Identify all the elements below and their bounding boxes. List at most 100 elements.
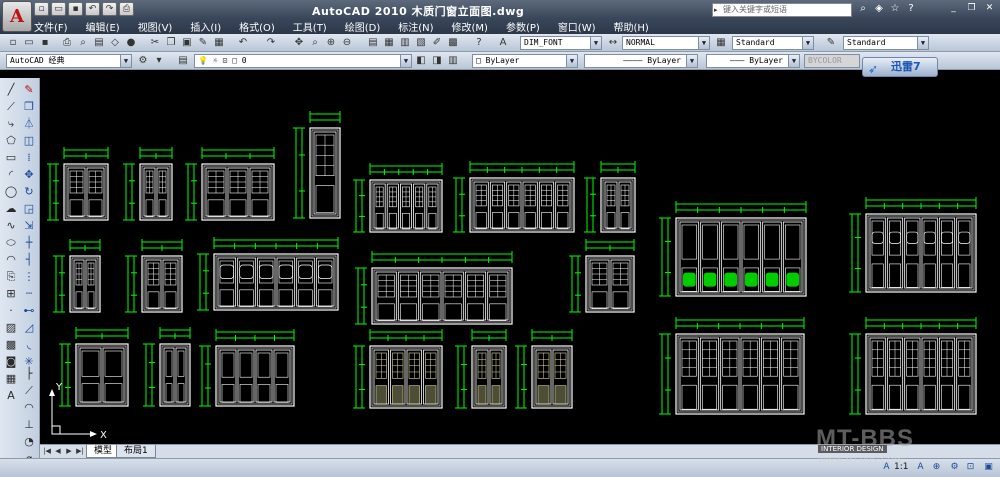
make-current-layer-icon[interactable]: ◧	[414, 54, 428, 68]
cut-icon[interactable]: ✂	[148, 36, 162, 50]
chevron-down-icon[interactable]: ▼	[400, 55, 411, 67]
block-editor-icon[interactable]: ▦	[212, 36, 226, 50]
stretch-icon[interactable]: ⇲	[21, 218, 37, 233]
menu-file[interactable]: 文件(F)	[34, 19, 68, 34]
linetype-combo[interactable]: ———— ByLayer ▼	[584, 54, 698, 68]
search-dropdown-icon[interactable]: ▸	[714, 4, 718, 16]
tool-palettes-icon[interactable]: ▥	[398, 36, 412, 50]
search-icon[interactable]: ⌕	[856, 2, 870, 16]
linear-dimension-icon[interactable]: ├	[21, 366, 37, 381]
chamfer-icon[interactable]: ◿	[21, 320, 37, 335]
chevron-down-icon[interactable]: ▼	[788, 55, 799, 67]
prev-tab-icon[interactable]: ◀	[53, 446, 63, 457]
save-icon[interactable]: ▪	[38, 36, 52, 50]
customize-icon[interactable]: ▾	[152, 54, 166, 68]
sheet-set-icon[interactable]: ▧	[414, 36, 428, 50]
chevron-down-icon[interactable]: ▼	[698, 37, 709, 49]
circle-icon[interactable]: ◯	[3, 184, 19, 199]
rectangle-icon[interactable]: ▭	[3, 150, 19, 165]
minimize-button[interactable]: _	[945, 1, 962, 16]
workspace-switching-icon[interactable]: ⚙	[948, 461, 961, 474]
open-icon[interactable]: ▭	[51, 2, 66, 16]
erase-icon[interactable]: ✎	[21, 82, 37, 97]
multileader-style-combo[interactable]: Standard ▼	[843, 36, 929, 50]
scale-icon[interactable]: ◲	[21, 201, 37, 216]
aligned-dimension-icon[interactable]: ⟋	[21, 383, 37, 398]
mirror-icon[interactable]: ⏃	[21, 116, 37, 131]
polygon-icon[interactable]: ⬠	[3, 133, 19, 148]
multiline-text-icon[interactable]: A	[3, 388, 19, 403]
chevron-down-icon[interactable]: ▼	[686, 55, 697, 67]
ellipse-icon[interactable]: ⬭	[3, 235, 19, 250]
redo-icon[interactable]: ↷	[264, 36, 278, 50]
dim-style-combo[interactable]: NORMAL ▼	[622, 36, 710, 50]
trim-icon[interactable]: ┼	[21, 235, 37, 250]
hatch-icon[interactable]: ▨	[3, 320, 19, 335]
open-icon[interactable]: ▭	[22, 36, 36, 50]
workspace-combo[interactable]: AutoCAD 经典 ▼	[6, 54, 132, 68]
favorites-icon[interactable]: ☆	[888, 2, 902, 16]
break-icon[interactable]: ┄	[21, 286, 37, 301]
construction-line-icon[interactable]: ⟋	[3, 99, 19, 114]
array-icon[interactable]: ⁞	[21, 150, 37, 165]
drawing-area[interactable]: X Y	[40, 78, 1000, 444]
chevron-down-icon[interactable]: ▼	[566, 55, 577, 67]
new-icon[interactable]: ▫	[34, 2, 49, 16]
line-icon[interactable]: ╱	[3, 82, 19, 97]
make-block-icon[interactable]: ⊞	[3, 286, 19, 301]
radius-dimension-icon[interactable]: ◔	[21, 434, 37, 449]
lineweight-combo[interactable]: ——— ByLayer ▼	[706, 54, 800, 68]
arc-icon[interactable]: ◜	[3, 167, 19, 182]
text-style-icon[interactable]: A	[496, 36, 510, 50]
extend-icon[interactable]: ┤	[21, 252, 37, 267]
communication-center-icon[interactable]: ◈	[872, 2, 886, 16]
move-icon[interactable]: ✥	[21, 167, 37, 182]
quickcalc-icon[interactable]: ▩	[446, 36, 460, 50]
ordinate-dimension-icon[interactable]: ⊥	[21, 417, 37, 432]
table-icon[interactable]: ▦	[3, 371, 19, 386]
xunlei-badge[interactable]: ➶ 迅雷7	[862, 57, 938, 77]
break-at-point-icon[interactable]: ⋮	[21, 269, 37, 284]
layer-combo[interactable]: 💡 ☼ ⊡ □ 0 ▼	[194, 54, 412, 68]
offset-icon[interactable]: ◫	[21, 133, 37, 148]
match-properties-icon[interactable]: ✎	[196, 36, 210, 50]
join-icon[interactable]: ⊷	[21, 303, 37, 318]
help-icon[interactable]: ?	[904, 2, 918, 16]
ellipse-arc-icon[interactable]: ◠	[3, 252, 19, 267]
publish-icon[interactable]: ▤	[92, 36, 106, 50]
application-menu-button[interactable]: A	[2, 1, 32, 32]
rotate-icon[interactable]: ↻	[21, 184, 37, 199]
next-tab-icon[interactable]: ▶	[64, 446, 74, 457]
chevron-down-icon[interactable]: ▼	[590, 37, 601, 49]
menu-dimension[interactable]: 标注(N)	[398, 19, 433, 34]
new-icon[interactable]: ▫	[6, 36, 20, 50]
plotstyle-combo[interactable]: BYCOLOR	[804, 54, 860, 68]
menu-help[interactable]: 帮助(H)	[614, 19, 649, 34]
layer-state-icon[interactable]: ▥	[446, 54, 460, 68]
chevron-down-icon[interactable]: ▼	[120, 55, 131, 67]
menu-tools[interactable]: 工具(T)	[293, 19, 327, 34]
menu-view[interactable]: 视图(V)	[138, 19, 173, 34]
annotation-scale[interactable]: 1:1	[894, 462, 908, 472]
multileader-style-icon[interactable]: ✎	[824, 36, 838, 50]
help-icon[interactable]: ?	[472, 36, 486, 50]
dim-style-icon[interactable]: ↔	[606, 36, 620, 50]
polyline-icon[interactable]: ⤷	[3, 116, 19, 131]
markup-icon[interactable]: ✐	[430, 36, 444, 50]
arc-length-icon[interactable]: ◠	[21, 400, 37, 415]
workspace-settings-icon[interactable]: ⚙	[136, 54, 150, 68]
menu-window[interactable]: 窗口(W)	[558, 19, 596, 34]
plot-icon[interactable]: ⎙	[60, 36, 74, 50]
pan-icon[interactable]: ✥	[292, 36, 306, 50]
zoom-window-icon[interactable]: ⊕	[324, 36, 338, 50]
point-icon[interactable]: ·	[3, 303, 19, 318]
table-style-icon[interactable]: ▦	[714, 36, 728, 50]
chevron-down-icon[interactable]: ▼	[802, 37, 813, 49]
annotation-scale-icon[interactable]: A	[880, 461, 893, 474]
undo-icon[interactable]: ↶	[85, 2, 100, 16]
plot-preview-icon[interactable]: ⌕	[76, 36, 90, 50]
undo-icon[interactable]: ↶	[236, 36, 250, 50]
table-style-combo[interactable]: Standard ▼	[732, 36, 814, 50]
insert-block-icon[interactable]: ⎘	[3, 269, 19, 284]
design-center-icon[interactable]: ▦	[382, 36, 396, 50]
